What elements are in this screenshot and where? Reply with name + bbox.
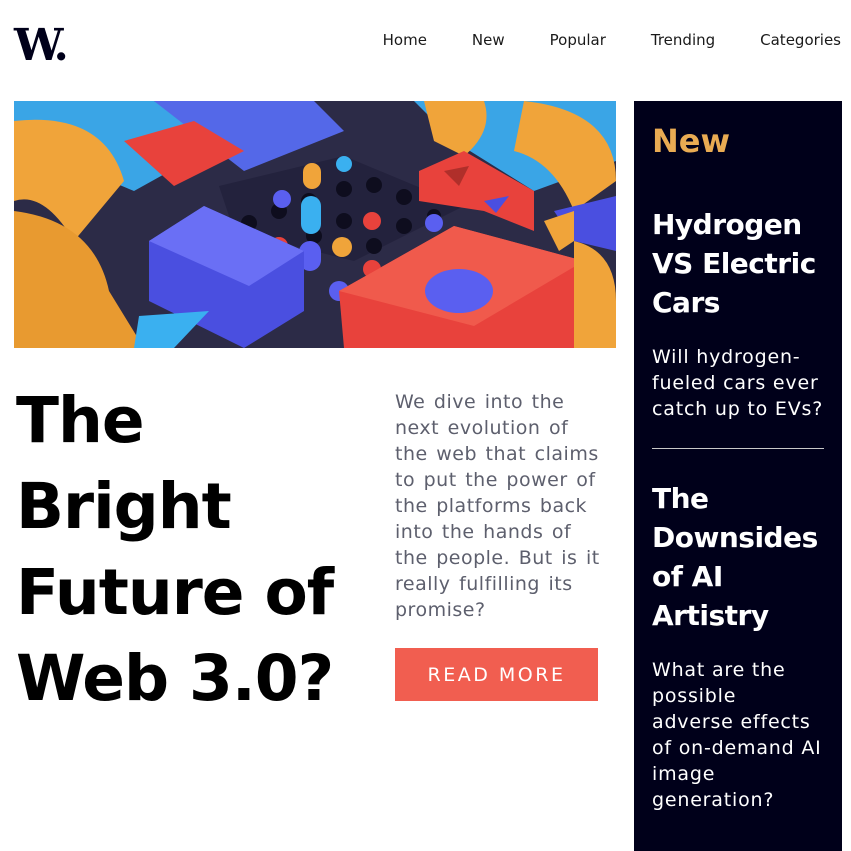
- nav-new[interactable]: New: [472, 30, 505, 50]
- nav-home[interactable]: Home: [383, 30, 427, 50]
- sidebar-title: New: [652, 122, 731, 160]
- sidebar-article-title[interactable]: Hydrogen VS Electric Cars: [652, 205, 824, 322]
- sidebar-article[interactable]: Hydrogen VS Electric Cars Will hydrogen-…: [652, 205, 824, 422]
- new-sidebar: New Hydrogen VS Electric Cars Will hydro…: [634, 101, 842, 851]
- main-nav: Home New Popular Trending Categories: [383, 30, 841, 50]
- article-headline[interactable]: The Bright Future of Web 3.0?: [16, 378, 376, 722]
- sidebar-divider: [652, 448, 824, 449]
- nav-categories[interactable]: Categories: [760, 30, 841, 50]
- site-logo[interactable]: W.: [14, 20, 69, 72]
- nav-popular[interactable]: Popular: [550, 30, 606, 50]
- sidebar-article[interactable]: The Downsides of AI Artistry What are th…: [652, 479, 824, 813]
- nav-trending[interactable]: Trending: [651, 30, 715, 50]
- read-more-button[interactable]: READ MORE: [395, 648, 598, 701]
- sidebar-article-text: What are the possible adverse effects of…: [652, 659, 822, 811]
- article-excerpt: We dive into the next evolution of the w…: [395, 391, 600, 621]
- sidebar-article-title[interactable]: The Downsides of AI Artistry: [652, 479, 824, 635]
- sidebar-article-text: Will hydrogen-fueled cars ever catch up …: [652, 346, 824, 420]
- hero-image: [14, 101, 616, 348]
